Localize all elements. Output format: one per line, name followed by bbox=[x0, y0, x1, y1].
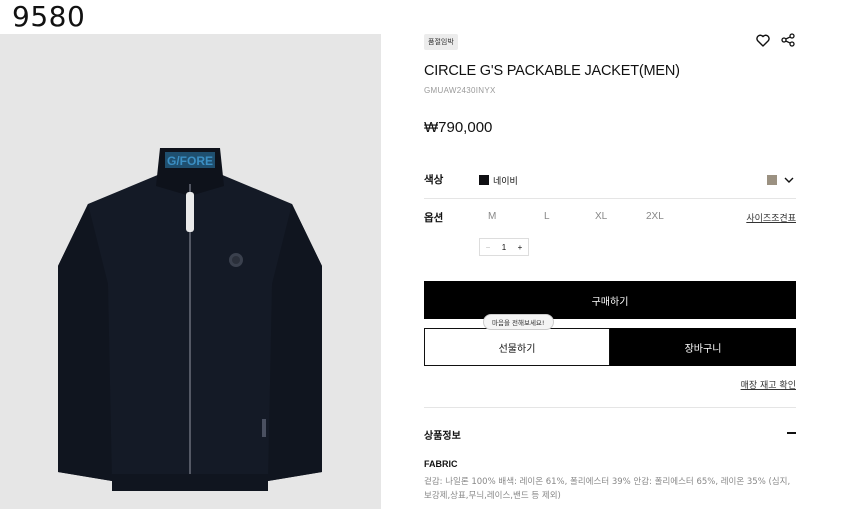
product-info-title: 상품정보 bbox=[424, 431, 461, 442]
gift-button[interactable]: 선물하기 bbox=[424, 328, 610, 366]
collapse-minus-icon[interactable] bbox=[787, 432, 796, 434]
product-detail-panel: 품절임박 CIRCLE G'S PACKABLE JACKET(MEN) GMU… bbox=[424, 0, 796, 509]
product-code: GMUAW2430INYX bbox=[424, 86, 496, 95]
color-swatch-beige[interactable] bbox=[767, 175, 777, 185]
buy-button[interactable]: 구매하기 bbox=[424, 281, 796, 319]
size-guide-link[interactable]: 사이즈조견표 bbox=[746, 211, 796, 224]
size-option-m[interactable]: M bbox=[488, 211, 496, 222]
jacket-illustration: G/FORE bbox=[58, 148, 322, 491]
size-option-xl[interactable]: XL bbox=[595, 211, 607, 222]
fabric-description: 겉감: 나일론 100% 배색: 레이온 61%, 폴리에스터 39% 안감: … bbox=[424, 477, 791, 501]
color-swatch-navy[interactable] bbox=[479, 175, 489, 185]
wishlist-heart-icon[interactable] bbox=[754, 31, 772, 49]
quantity-stepper: − 1 + bbox=[479, 238, 529, 256]
size-option-l[interactable]: L bbox=[544, 211, 550, 222]
quantity-plus-button[interactable]: + bbox=[512, 243, 528, 252]
color-label: 색상 bbox=[424, 174, 444, 186]
product-image[interactable]: G/FORE bbox=[0, 34, 381, 509]
share-icon[interactable] bbox=[779, 31, 797, 49]
divider bbox=[424, 407, 796, 408]
option-label: 옵션 bbox=[424, 212, 444, 224]
chevron-down-icon[interactable] bbox=[783, 173, 795, 191]
gift-tooltip: 마음을 전해보세요! bbox=[483, 314, 554, 330]
fabric-heading: FABRIC bbox=[424, 459, 458, 469]
product-title: CIRCLE G'S PACKABLE JACKET(MEN) bbox=[424, 63, 680, 79]
status-badge: 품절임박 bbox=[424, 34, 458, 50]
divider bbox=[424, 198, 796, 199]
size-option-2xl[interactable]: 2XL bbox=[646, 211, 664, 222]
page-id-label: 9580 bbox=[12, 0, 86, 33]
quantity-minus-button[interactable]: − bbox=[480, 243, 496, 252]
quantity-value[interactable]: 1 bbox=[496, 243, 512, 252]
store-stock-link[interactable]: 매장 재고 확인 bbox=[741, 378, 796, 391]
product-price: ₩790,000 bbox=[424, 119, 493, 136]
collar-logo-text: G/FORE bbox=[167, 154, 213, 168]
add-to-cart-button[interactable]: 장바구니 bbox=[610, 328, 796, 366]
selected-color-name: 네이비 bbox=[493, 177, 518, 187]
